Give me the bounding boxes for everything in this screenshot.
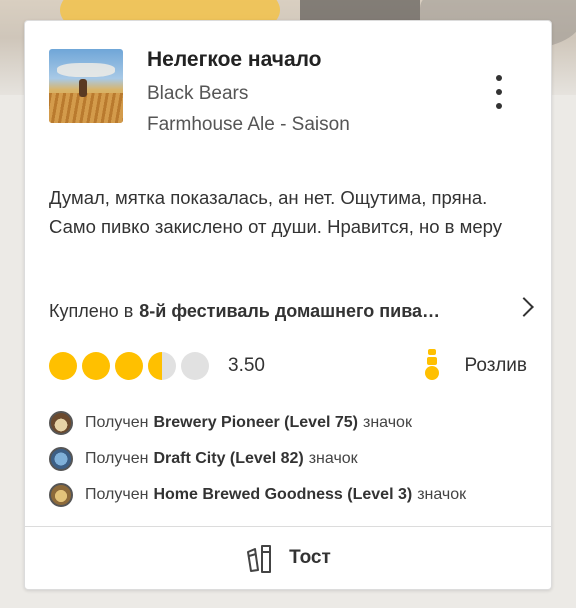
venue-prefix: Куплено в [49,300,134,321]
rating-value: 3.50 [228,355,265,376]
badge-name: Brewery Pioneer (Level 75) [153,414,358,431]
rating-cap-full-icon [115,352,143,380]
rating: 3.50 [49,351,265,381]
toast-label: Тост [289,547,331,568]
brewery-pioneer-badge-icon [49,411,73,435]
rating-cap-half-icon [148,352,176,380]
badge-item[interactable]: Получен Brewery Pioneer (Level 75) значо… [49,405,466,441]
badge-list: Получен Brewery Pioneer (Level 75) значо… [49,405,466,513]
review-text: Думал, мятка показалась, ан нет. Ощутима… [49,187,502,237]
beer-style: Farmhouse Ale - Saison [147,114,350,135]
toast-glasses-icon [247,545,272,573]
beer-name[interactable]: Нелегкое начало [147,48,322,72]
home-brewed-badge-icon [49,483,73,507]
toast-button[interactable]: Тост [25,527,551,589]
checkin-card: Нелегкое начало Black Bears Farmhouse Al… [24,20,552,590]
beer-label-thumbnail[interactable] [49,49,123,123]
chevron-right-icon [514,297,534,317]
badge-name: Home Brewed Goodness (Level 3) [153,486,413,503]
rating-cap-empty-icon [181,352,209,380]
venue-link[interactable]: Куплено в 8-й фестиваль домашнего пива… [49,297,534,325]
kebab-menu-icon[interactable] [487,75,511,109]
brewery-name[interactable]: Black Bears [147,83,248,105]
venue-name: 8-й фестиваль домашнего пива… [139,300,441,321]
rating-cap-full-icon [82,352,110,380]
serving-label: Розлив [464,355,527,376]
serving-type: Розлив [424,349,527,383]
badge-name: Draft City (Level 82) [153,450,304,467]
draft-city-badge-icon [49,447,73,471]
badge-item[interactable]: Получен Home Brewed Goodness (Level 3) з… [49,477,466,513]
badge-item[interactable]: Получен Draft City (Level 82) значок [49,441,466,477]
tap-icon [424,349,439,383]
rating-cap-full-icon [49,352,77,380]
